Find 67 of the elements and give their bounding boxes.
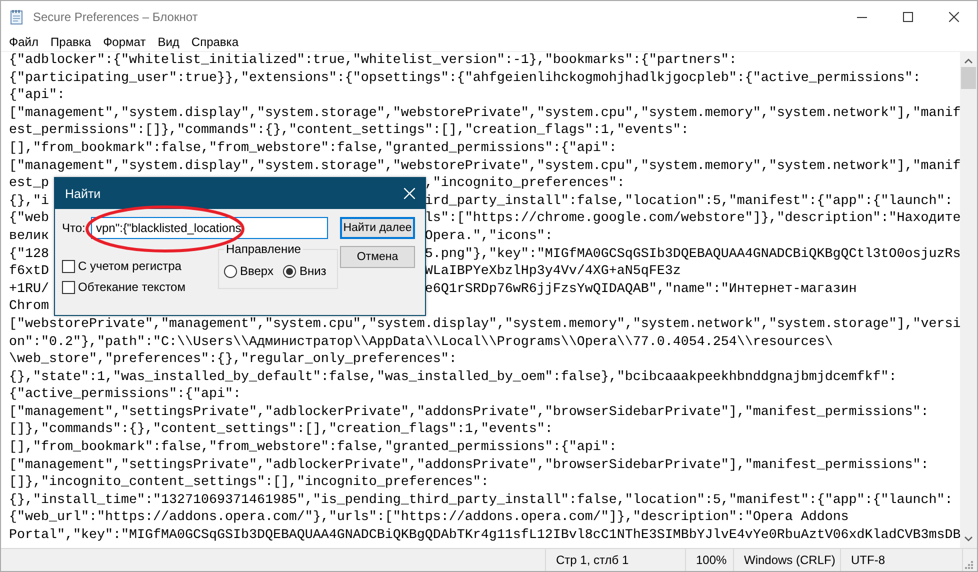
- menu-item[interactable]: Справка: [185, 35, 244, 49]
- code-line: ["management","settingsPrivate","adblockerPrivate","addonsPrivate","browserSidebarPrivate"],"manifest_permissions":: [9, 456, 930, 474]
- menu-item[interactable]: Правка: [44, 35, 98, 49]
- code-line: \web_store","preferences":{},"regular_only_preferences":: [9, 351, 458, 369]
- code-line: ["management","system.display","system.storage","webstorePrivate","system.cpu","system.memory","system.network"],"manif: [9, 104, 960, 122]
- code-line: est_p: [9, 175, 49, 193]
- code-line: ["webstorePrivate","management","system.cpu","system.display","system.memory","system.network","system.storage"],"versi: [9, 316, 960, 334]
- scroll-thumb[interactable]: [961, 67, 976, 89]
- menu-item[interactable]: Вид: [152, 35, 186, 49]
- checkbox-label: Обтекание текстом: [78, 280, 186, 294]
- status-text: Стр 1, стлб 1: [545, 549, 685, 571]
- status-text: 100%: [685, 549, 733, 571]
- checkbox[interactable]: [62, 260, 75, 272]
- code-line: ird_party_install":false,"location":5,"manifest":{"app":{"launch":: [424, 192, 953, 210]
- checkbox[interactable]: [62, 280, 75, 294]
- field-label: Что:: [62, 221, 86, 235]
- code-line: WLaIBPYeXbzlHp3y4Vv/4XG+aN5qFE3z: [424, 263, 681, 281]
- code-line: ["management","settingsPrivate","adblockerPrivate","addonsPrivate","browserSidebarPrivate"],"manifest_permissions":: [9, 404, 930, 422]
- radio-button[interactable]: [224, 264, 237, 278]
- code-line: {"api":: [9, 87, 66, 105]
- group-label: Направление: [224, 242, 303, 256]
- code-line: Opera.","icons":: [424, 228, 553, 246]
- code-line: []},"incognito_content_settings":[],"incognito_preferences":: [9, 474, 490, 492]
- code-line: {},"i: [9, 192, 49, 210]
- code-line: [],"from_bookmark":false,"from_webstore":false,"granted_permissions":{"api":: [9, 140, 618, 158]
- code-line: e6Q1rSRDp76wR6jjFzsYwQIDAQAB","name":"Интернет-магазин: [424, 280, 857, 298]
- code-line: {"web_url":"https://addons.opera.com/"},"urls":["https://addons.opera.com/"]},"description":"Opera Addons: [9, 509, 850, 528]
- code-line: +1RU/: [9, 280, 49, 298]
- window-title: Secure Preferences – Блокнот: [33, 10, 198, 24]
- code-line: f6xtD: [9, 263, 49, 281]
- code-line: {},"install_time":"13271069371461985","is_pending_third_party_install":false,"location":5,"manifest":{"app":{"launch":: [9, 492, 954, 510]
- menu-item[interactable]: Формат: [97, 35, 152, 49]
- code-line: {},"state":1,"was_installed_by_default":false,"was_installed_by_oem":false},"bcibcaaakpeekhbnddgnajbmjdcemfkf":: [9, 368, 898, 386]
- code-line: велик: [9, 228, 49, 246]
- cancel-button[interactable]: Отмена: [340, 246, 415, 268]
- scroll-down-icon[interactable]: [964, 535, 973, 542]
- code-line: ,"incognito_preferences":: [424, 175, 625, 193]
- code-line: 5.png"},"key":"MIGfMA0GCSqGSIb3DQEBAQUAA4GNADCBiQKBgQCtl3tO0osjuzRs: [424, 246, 960, 264]
- code-line: ["management","system.display","system.storage","webstorePrivate","system.cpu","system.memory","system.network"],"manif: [9, 158, 960, 176]
- code-line: {"web: [9, 210, 49, 228]
- code-line: {"participating_user":true}},"extensions":{"opsettings":{"ahfgeienlihckogmohjhadlkjgocpleb":{"active_permissions":: [9, 70, 922, 88]
- scrollbar[interactable]: [960, 52, 977, 548]
- close-icon[interactable]: [949, 12, 959, 22]
- code-line: {"128: [9, 246, 49, 264]
- scroll-up-icon[interactable]: [964, 58, 973, 65]
- radio-button[interactable]: [283, 264, 296, 278]
- checkbox-label: С учетом регистра: [78, 259, 182, 273]
- maximize-icon[interactable]: [903, 12, 913, 22]
- code-line: Portal","key":"MIGfMA0GCSqGSIb3DQEBAQUAA4GNADCBiQKBgQDAbTKr4g11sfL12IBvl8cC1NThE3SIMBbYJlvE4vYe0RbuAztV06xdKladCVB3msDB: [9, 527, 960, 545]
- status-text: Windows (CRLF): [733, 549, 840, 571]
- resize-grip-icon[interactable]: [963, 559, 975, 571]
- code-line: []},"commands":{},"content_settings":[],"creation_flags":1,"events":: [9, 421, 554, 440]
- search-field[interactable]: vpn":{"blacklisted_locations: [91, 217, 328, 239]
- code-line: on":"0.2"},"path":"C:\\Users\\Администратор\\AppData\\Local\\Programs\\Opera\\77.0.4054.254\\resources\: [9, 334, 834, 352]
- code-line: est_permissions":[]},"commands":{},"content_settings":[],"creation_flags":1,"events":: [9, 122, 690, 140]
- menu-item[interactable]: Файл: [3, 35, 45, 49]
- code-line: {"active_permissions":{"api":: [9, 386, 242, 404]
- radio-label: Вниз: [299, 264, 326, 278]
- code-line: Chrom: [9, 298, 49, 316]
- code-line: [],"from_bookmark":false,"from_webstore":false,"granted_permissions":{"api":: [9, 439, 618, 457]
- radio-label: Вверх: [240, 264, 274, 278]
- code-line: ls":["https://chrome.google.com/webstore"]},"description":"Находите: [424, 210, 960, 228]
- notepad-icon: [9, 9, 25, 25]
- dialog-title: Найти: [65, 186, 101, 200]
- code-line: {"adblocker":{"whitelist_initialized":true,"whitelist_version":-1},"bookmarks":{"partners":: [9, 52, 738, 70]
- find-next-button[interactable]: Найти далее: [340, 217, 415, 239]
- status-text: UTF-8: [840, 549, 962, 571]
